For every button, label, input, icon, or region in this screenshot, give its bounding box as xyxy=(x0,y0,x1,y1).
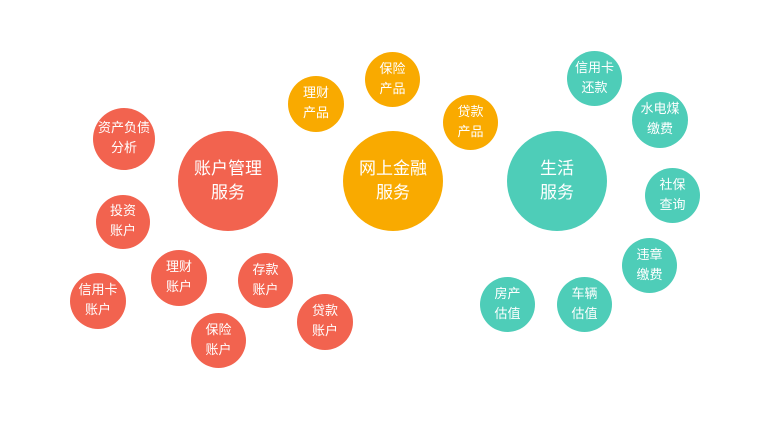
node-credit-card-account-label: 信用卡 账户 xyxy=(78,283,118,318)
node-investment-account-label: 投资 账户 xyxy=(109,204,136,239)
hub-online-finance-label: 网上金融 服务 xyxy=(359,159,427,203)
node-deposit-account: 存款 账户 xyxy=(238,253,293,308)
diagram-canvas: 账户管理 服务 资产负债 分析 投资 账户 信用卡 账户 理财 账户 存款 账户… xyxy=(0,0,770,440)
node-property-valuation: 房产 估值 xyxy=(480,277,535,332)
node-credit-card-account: 信用卡 账户 xyxy=(70,273,126,329)
node-vehicle-valuation-label: 车辆 估值 xyxy=(571,286,598,322)
node-traffic-violation-payment: 违章 缴费 xyxy=(622,238,677,293)
hub-account-management-label: 账户管理 服务 xyxy=(194,159,262,203)
node-asset-liability-analysis-label: 资产负债 分析 xyxy=(97,121,150,156)
node-deposit-account-label: 存款 账户 xyxy=(252,262,279,298)
node-social-security-query-label: 社保 查询 xyxy=(659,177,686,213)
node-credit-card-repayment: 信用卡 还款 xyxy=(567,51,622,106)
node-utility-payment-label: 水电煤 缴费 xyxy=(640,102,680,137)
node-property-valuation-label: 房产 估值 xyxy=(494,286,521,322)
node-wealth-product: 理财 产品 xyxy=(288,76,344,132)
node-wealth-product-label: 理财 产品 xyxy=(302,86,329,121)
node-investment-account: 投资 账户 xyxy=(96,195,150,249)
node-wealth-account: 理财 账户 xyxy=(151,250,207,306)
node-insurance-product-label: 保险 产品 xyxy=(379,61,406,97)
node-utility-payment: 水电煤 缴费 xyxy=(632,92,688,148)
node-loan-product: 贷款 产品 xyxy=(443,95,498,150)
node-loan-account: 贷款 账户 xyxy=(297,294,353,350)
node-loan-product-label: 贷款 产品 xyxy=(457,104,484,140)
hub-life-services-label: 生活 服务 xyxy=(540,159,574,203)
node-traffic-violation-payment-label: 违章 缴费 xyxy=(636,247,663,283)
node-vehicle-valuation: 车辆 估值 xyxy=(557,277,612,332)
node-insurance-account: 保险 账户 xyxy=(191,313,246,368)
node-social-security-query: 社保 查询 xyxy=(645,168,700,223)
node-wealth-account-label: 理财 账户 xyxy=(165,260,192,295)
node-credit-card-repayment-label: 信用卡 还款 xyxy=(574,60,614,96)
hub-online-finance: 网上金融 服务 xyxy=(343,131,443,231)
node-asset-liability-analysis: 资产负债 分析 xyxy=(93,108,155,170)
node-insurance-product: 保险 产品 xyxy=(365,52,420,107)
node-loan-account-label: 贷款 账户 xyxy=(311,304,338,339)
hub-life-services: 生活 服务 xyxy=(507,131,607,231)
node-insurance-account-label: 保险 账户 xyxy=(205,322,232,358)
hub-account-management: 账户管理 服务 xyxy=(178,131,278,231)
